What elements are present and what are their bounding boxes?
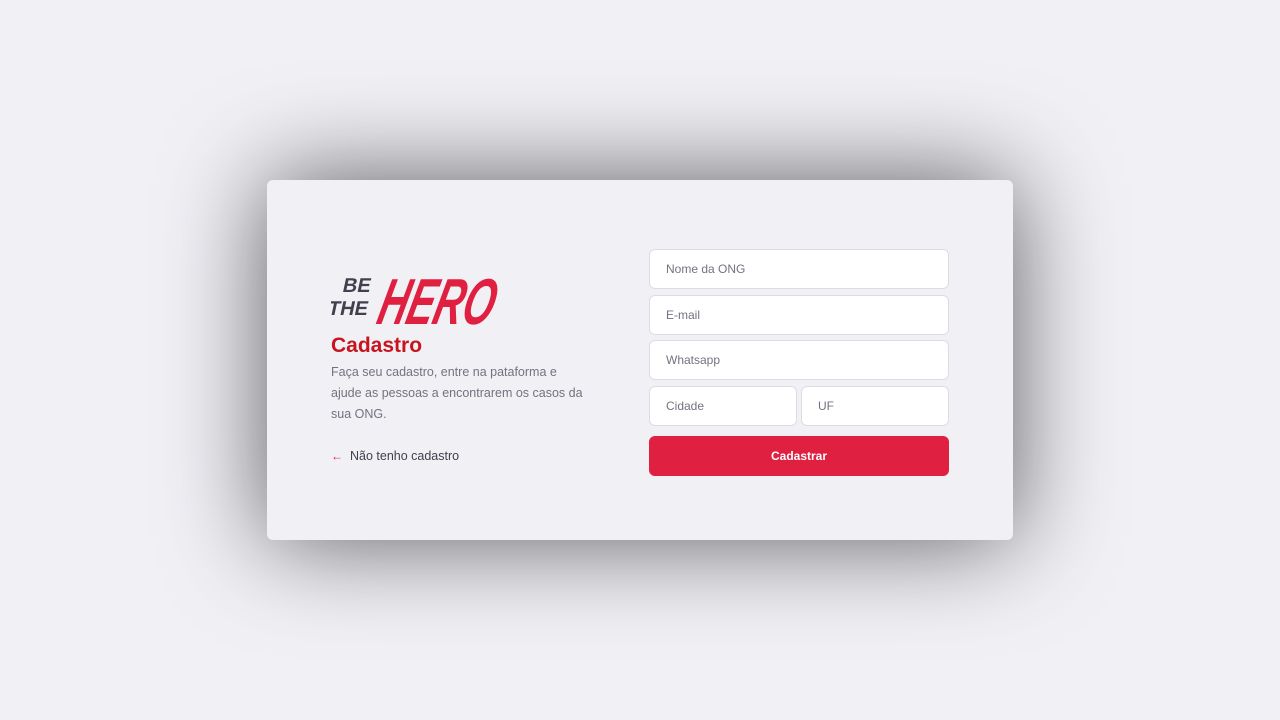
logo-be: BE (341, 275, 373, 297)
page-description: Faça seu cadastro, entre na pataforma e … (331, 365, 583, 421)
email-input[interactable] (649, 294, 949, 335)
arrow-left-icon: ← (331, 449, 343, 463)
ong-name-input[interactable] (649, 249, 949, 289)
uf-input[interactable] (801, 385, 949, 426)
register-card: BE THE HERO Cadastro Faça seu cadastro, … (267, 180, 1013, 540)
no-account-link[interactable]: ← Não tenho cadastro (331, 449, 591, 463)
city-uf-row (649, 385, 949, 432)
logo-the: THE (331, 298, 370, 320)
register-button[interactable]: Cadastrar (649, 436, 949, 476)
logo-hero: HERO (371, 265, 501, 332)
no-account-link-label: Não tenho cadastro (350, 449, 460, 463)
intro-section: BE THE HERO Cadastro Faça seu cadastro, … (331, 258, 591, 463)
page-title: Cadastro (331, 334, 423, 357)
city-input[interactable] (649, 385, 797, 426)
whatsapp-input[interactable] (649, 340, 949, 380)
register-form: Cadastrar (649, 249, 949, 476)
be-the-hero-logo: BE THE HERO (331, 265, 501, 332)
